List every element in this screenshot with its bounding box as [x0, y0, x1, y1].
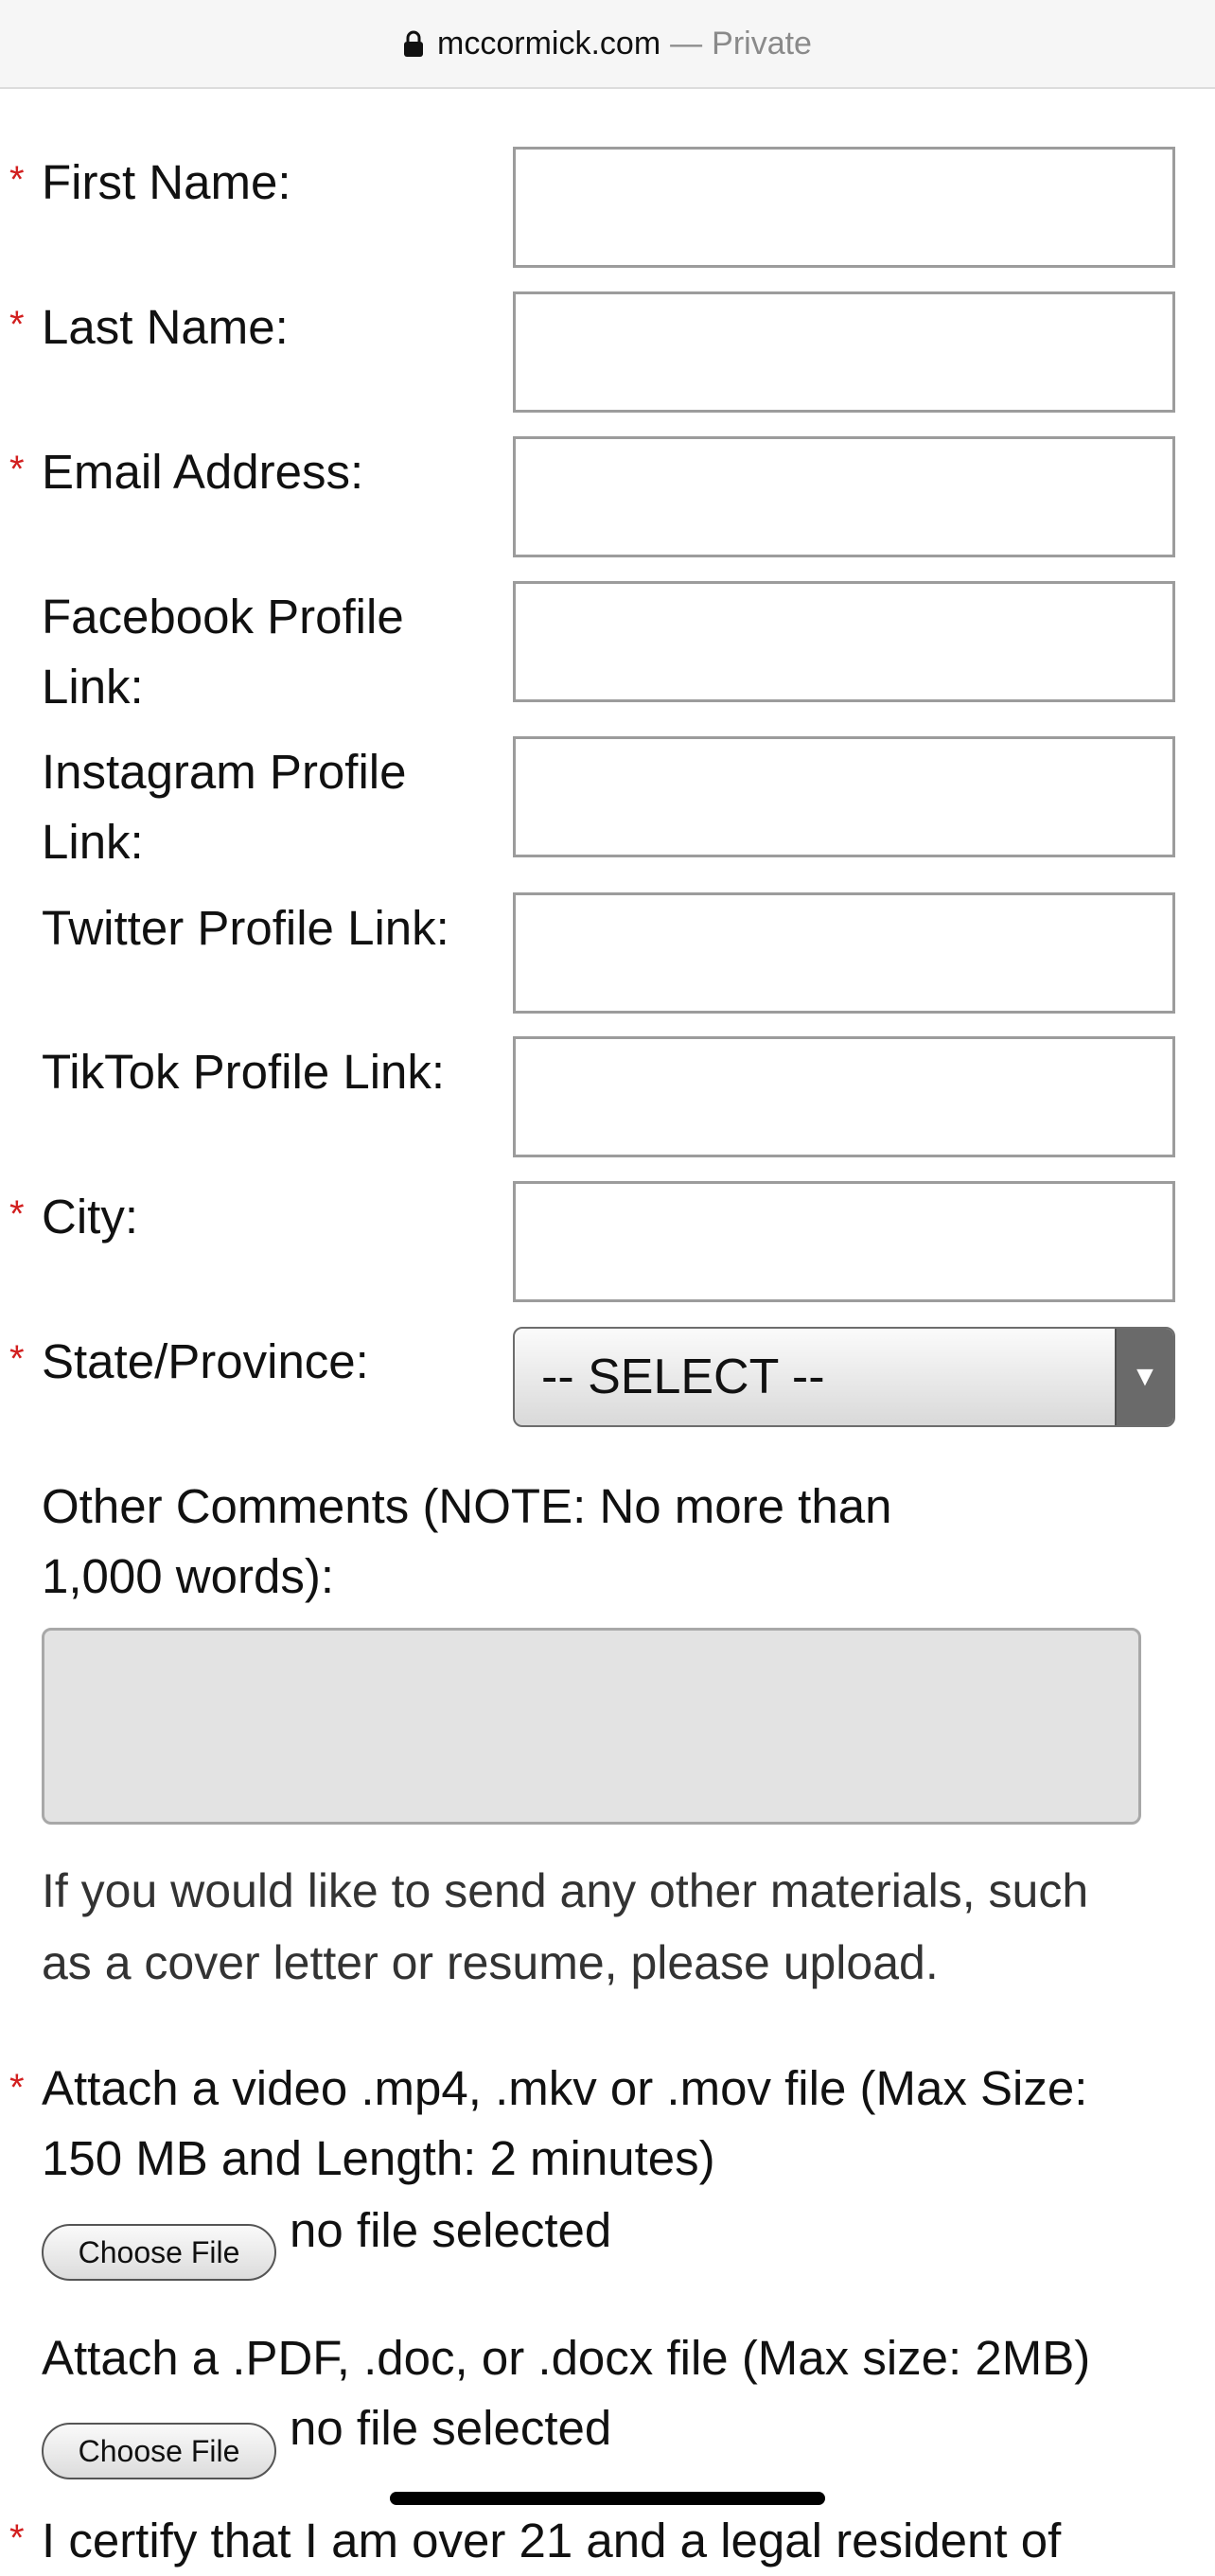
video-upload-label: Attach a video .mp4, .mkv or .mov file (… [42, 2061, 1088, 2115]
comments-textarea[interactable] [42, 1628, 1141, 1825]
state-select-value: -- SELECT -- [541, 1350, 825, 1404]
url-host: mccormick.com [437, 25, 661, 62]
facebook-label-cont: Link: [42, 660, 144, 714]
private-mode-label: Private [712, 25, 812, 62]
doc-upload-label: Attach a .PDF, .doc, or .docx file (Max … [42, 2331, 1091, 2385]
browser-url-bar[interactable]: mccormick.com — Private [0, 0, 1215, 89]
comments-label: Other Comments (NOTE: No more than [42, 1479, 892, 1533]
facebook-label: Facebook Profile [42, 590, 404, 644]
facebook-input[interactable] [513, 581, 1175, 702]
doc-choose-file-button[interactable]: Choose File [42, 2423, 276, 2479]
comments-label-cont: 1,000 words): [42, 1549, 334, 1603]
video-upload-label-cont: 150 MB and Length: 2 minutes) [42, 2131, 715, 2185]
twitter-label: Twitter Profile Link: [42, 901, 449, 955]
materials-note-cont: as a cover letter or resume, please uplo… [42, 1936, 939, 1989]
tiktok-label: TikTok Profile Link: [42, 1045, 446, 1099]
first-name-input[interactable] [513, 147, 1175, 268]
required-marker: * [9, 159, 25, 201]
doc-file-status: no file selected [290, 2401, 612, 2455]
last-name-label: Last Name: [42, 300, 289, 354]
home-indicator[interactable] [390, 2492, 825, 2505]
state-label: State/Province: [42, 1334, 369, 1388]
video-choose-file-button[interactable]: Choose File [42, 2224, 276, 2281]
email-label: Email Address: [42, 445, 364, 499]
instagram-label: Instagram Profile [42, 745, 407, 799]
lock-icon [404, 30, 424, 57]
state-select[interactable]: -- SELECT -- ▼ [513, 1327, 1175, 1427]
tiktok-input[interactable] [513, 1036, 1175, 1157]
chevron-down-icon: ▼ [1115, 1329, 1173, 1425]
last-name-input[interactable] [513, 291, 1175, 413]
video-file-status: no file selected [290, 2203, 612, 2257]
instagram-label-cont: Link: [42, 815, 144, 869]
city-input[interactable] [513, 1181, 1175, 1302]
first-name-label: First Name: [42, 155, 291, 209]
required-marker: * [9, 2067, 25, 2108]
twitter-input[interactable] [513, 892, 1175, 1014]
required-marker: * [9, 1193, 25, 1235]
required-marker: * [9, 449, 25, 490]
url-separator: — [670, 25, 703, 62]
certify-label: I certify that I am over 21 and a legal … [42, 2514, 1062, 2567]
materials-note: If you would like to send any other mate… [42, 1864, 1089, 1917]
required-marker: * [9, 1338, 25, 1380]
required-marker: * [9, 304, 25, 345]
email-input[interactable] [513, 436, 1175, 557]
required-marker: * [9, 2517, 25, 2559]
city-label: City: [42, 1190, 138, 1244]
instagram-input[interactable] [513, 736, 1175, 857]
